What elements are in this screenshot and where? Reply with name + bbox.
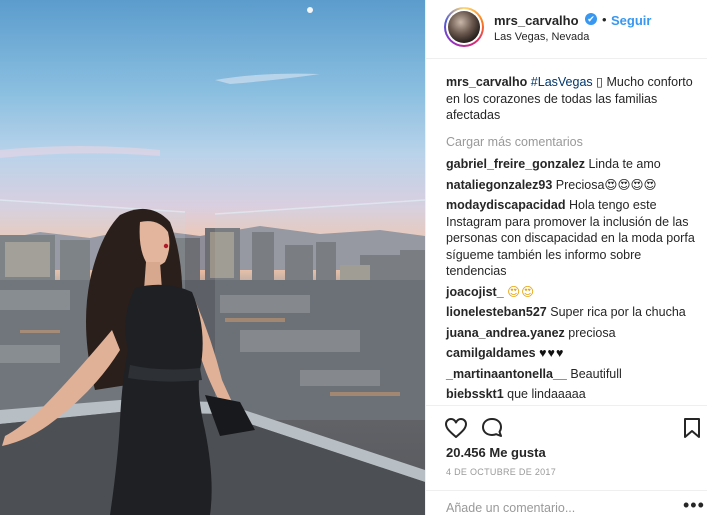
comment: nataliegonzalez93 Preciosa😍😍😍😍 (446, 177, 696, 194)
comment: camilgaldames ♥♥♥ (446, 345, 696, 362)
lips (163, 243, 169, 249)
moon (307, 7, 313, 13)
comment-text: 😍😍 (507, 284, 536, 299)
comment: modaydiscapacidad Hola tengo este Instag… (446, 197, 696, 280)
comments-list: mrs_carvalho #LasVegas ▯ Mucho conforto … (446, 74, 696, 407)
comment-text: que lindaaaaa (507, 387, 586, 401)
comment-username[interactable]: modaydiscapacidad (446, 198, 566, 212)
heart-icon[interactable] (444, 416, 468, 440)
glass-panel (215, 200, 425, 420)
comment-username[interactable]: gabriel_freire_gonzalez (446, 157, 585, 171)
comment-username[interactable]: nataliegonzalez93 (446, 178, 552, 192)
comment-username[interactable]: biebsskt1 (446, 387, 504, 401)
comment-icon[interactable] (480, 416, 504, 440)
action-bar (426, 405, 707, 446)
comment-text: Preciosa😍😍😍😍 (555, 177, 657, 192)
post-header: mrs_carvalho ✔ • Seguir Las Vegas, Nevad… (426, 0, 707, 59)
more-options-icon[interactable]: ••• (683, 495, 705, 516)
comment-text: Linda te amo (588, 157, 661, 171)
comment: gabriel_freire_gonzalez Linda te amo (446, 156, 696, 173)
comment: juana_andrea.yanez preciosa (446, 325, 696, 342)
bookmark-icon[interactable] (680, 416, 704, 440)
comment: lionelesteban527 Super rica por la chuch… (446, 304, 696, 321)
hashtag-link[interactable]: #LasVegas (531, 75, 593, 89)
comment: biebsskt1 que lindaaaaa (446, 386, 696, 403)
comment: joacojist_ 😍😍 (446, 284, 696, 301)
comment-text: preciosa (568, 325, 616, 340)
separator-dot: • (602, 12, 607, 27)
likes-count[interactable]: 20.456 Me gusta (446, 445, 546, 460)
post-caption: mrs_carvalho #LasVegas ▯ Mucho conforto … (446, 74, 696, 124)
cloud (0, 146, 160, 158)
cloud (215, 73, 320, 84)
load-more-comments-link[interactable]: Cargar más comentarios (446, 134, 696, 151)
comment-text: ♥♥♥ (539, 346, 565, 360)
comment: _martinaantonella__ Beautifull (446, 366, 696, 383)
add-comment-bar: ••• (426, 490, 707, 516)
username-link[interactable]: mrs_carvalho (494, 13, 579, 28)
comment-username[interactable]: juana_andrea.yanez (446, 326, 565, 340)
comment-username[interactable]: joacojist_ (446, 285, 504, 299)
comment-text: Super rica por la chucha (550, 305, 686, 319)
comment-username[interactable]: camilgaldames (446, 346, 536, 360)
avatar[interactable] (444, 7, 484, 47)
post-photo[interactable] (0, 0, 425, 515)
comment-username[interactable]: _martinaantonella__ (446, 367, 567, 381)
post-date: 4 DE OCTUBRE DE 2017 (446, 467, 557, 477)
follow-button[interactable]: Seguir (611, 13, 651, 28)
balcony-floor (0, 412, 425, 515)
location-link[interactable]: Las Vegas, Nevada (494, 31, 589, 43)
caption-username[interactable]: mrs_carvalho (446, 75, 527, 89)
photo-scene (0, 7, 425, 515)
comment-input[interactable] (446, 501, 666, 515)
caption-glyph: ▯ (596, 75, 604, 89)
comment-text: Beautifull (570, 366, 622, 381)
post-sidebar: mrs_carvalho ✔ • Seguir Las Vegas, Nevad… (425, 0, 707, 515)
verified-icon: ✔ (585, 13, 597, 25)
comment-username[interactable]: lionelesteban527 (446, 305, 547, 319)
